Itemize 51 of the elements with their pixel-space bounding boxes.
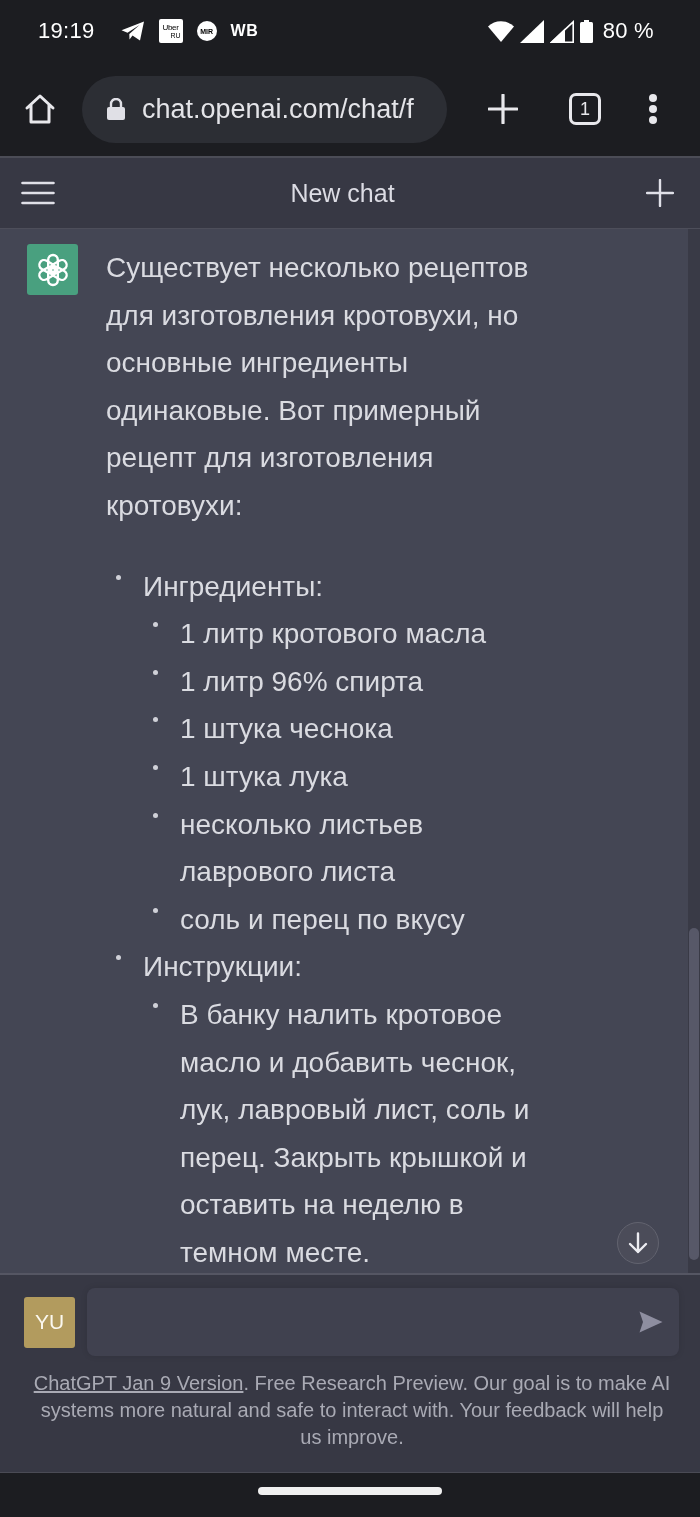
list-item-text: Ингредиенты: (143, 569, 325, 604)
bullet-icon (153, 907, 158, 913)
address-bar[interactable]: chat.openai.com/chat/f (82, 75, 447, 143)
battery-percent: 80 % (602, 18, 654, 44)
menu-icon (21, 181, 55, 205)
list-item-text: 1 литр кротового масла (180, 617, 488, 652)
message-input[interactable] (87, 1288, 679, 1356)
list-item-text: В банку налить кротовое масло и добавить чеснок, лук, лавровый лист, соль и перец. Закрыть крышкой и оставить на неделю в темном месте. (180, 997, 531, 1270)
new-chat-button[interactable] (646, 179, 674, 207)
url-text: chat.openai.com/chat/f (142, 93, 414, 125)
send-icon (639, 1311, 663, 1333)
home-button[interactable] (24, 93, 56, 125)
bullet-icon (153, 669, 158, 675)
tab-count-button[interactable]: 1 (569, 93, 601, 125)
bullet-icon (116, 574, 121, 580)
list-item-text: 1 штука чеснока (180, 712, 394, 747)
signal-icon (549, 19, 574, 43)
bullet-icon (153, 1002, 158, 1008)
more-menu-button[interactable] (647, 93, 659, 125)
bullet-icon (153, 717, 158, 723)
paper-plane-icon (120, 21, 145, 41)
status-time: 19:19 (38, 18, 95, 44)
user-avatar: YU (24, 1296, 75, 1348)
list-item-text: 1 литр 96% спирта (180, 664, 425, 699)
three-dots-icon (647, 93, 659, 125)
list-item-text: соль и перец по вкусу (180, 902, 466, 937)
bullet-icon (153, 622, 158, 628)
home-icon (24, 93, 56, 125)
bullet-icon (153, 812, 158, 818)
message-text: Существует несколько рецептов для изготовления кротовухи, но основные ингредиенты одинаковые. Вот примерный рецепт для изготовления кротовухи: (106, 251, 530, 523)
menu-button[interactable] (21, 181, 55, 205)
signal-icon (519, 19, 544, 43)
scroll-down-button[interactable] (617, 1222, 659, 1264)
bullet-icon (116, 955, 121, 961)
send-button[interactable] (639, 1311, 663, 1333)
arrow-down-icon (628, 1232, 648, 1254)
battery-icon (579, 19, 593, 43)
chat-title: New chat (290, 178, 395, 208)
version-link[interactable]: ChatGPT Jan 9 Version (33, 1372, 244, 1394)
plus-icon (488, 94, 518, 124)
bullet-icon (153, 764, 158, 770)
list-item-text: 1 штука лука (180, 759, 349, 794)
scrollbar-thumb[interactable] (689, 928, 699, 1260)
new-tab-button[interactable] (488, 94, 518, 124)
wifi-icon (487, 20, 514, 42)
disclaimer-text: ChatGPT Jan 9 Version. Free Research Preview. Our goal is to make AI systems more natural and safe to interact with. Your feedback will help us improve. (32, 1371, 672, 1450)
app-label: WB (230, 22, 259, 40)
lock-icon (107, 98, 125, 120)
tile-label: Uber (162, 23, 179, 32)
list-item-text: Инструкции: (143, 950, 304, 985)
plus-icon (646, 179, 674, 207)
